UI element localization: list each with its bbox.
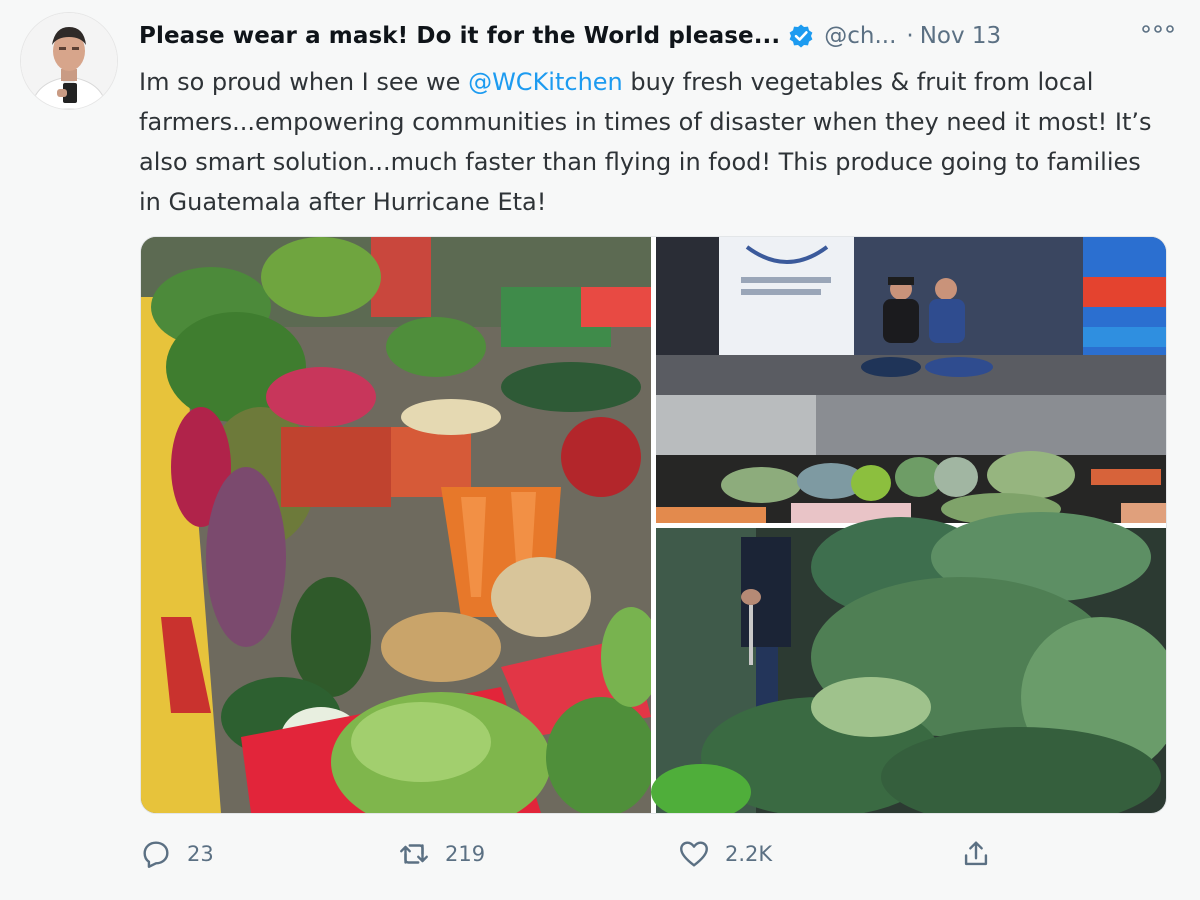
like-count: 2.2K xyxy=(725,842,773,866)
avatar[interactable] xyxy=(20,12,118,110)
heart-icon xyxy=(680,841,708,867)
farm-field-photo[interactable] xyxy=(651,512,1166,813)
market-produce-photo[interactable] xyxy=(141,237,661,813)
retweet-count: 219 xyxy=(445,842,486,866)
tweet-actions: 23 219 2.2K xyxy=(139,834,1009,874)
avatar-image xyxy=(21,13,117,109)
mention-link[interactable]: @WCKitchen xyxy=(468,68,623,96)
retweet-icon xyxy=(400,844,428,864)
reply-count: 23 xyxy=(187,842,214,866)
tweet-text: Im so proud when I see we @WCKitchen buy… xyxy=(139,62,1159,222)
more-horizontal-icon[interactable] xyxy=(1138,14,1178,44)
tweet-header: Please wear a mask! Do it for the World … xyxy=(139,16,1180,56)
share-icon xyxy=(964,841,988,866)
separator-dot: · xyxy=(906,23,914,49)
tweet-card[interactable]: Please wear a mask! Do it for the World … xyxy=(0,0,1200,900)
media-grid[interactable] xyxy=(140,236,1167,814)
retweet-button[interactable]: 219 xyxy=(397,834,485,874)
loading-dock-photo[interactable] xyxy=(656,237,1166,525)
tweet-date[interactable]: Nov 13 xyxy=(920,23,1001,49)
display-name[interactable]: Please wear a mask! Do it for the World … xyxy=(139,23,780,49)
handle[interactable]: @ch... xyxy=(824,23,896,49)
reply-icon xyxy=(143,841,169,868)
verified-badge-icon xyxy=(788,23,814,49)
reply-button[interactable]: 23 xyxy=(139,834,214,874)
tweet-text-start: Im so proud when I see we xyxy=(139,68,469,96)
share-button[interactable] xyxy=(959,834,1007,874)
like-button[interactable]: 2.2K xyxy=(677,834,772,874)
